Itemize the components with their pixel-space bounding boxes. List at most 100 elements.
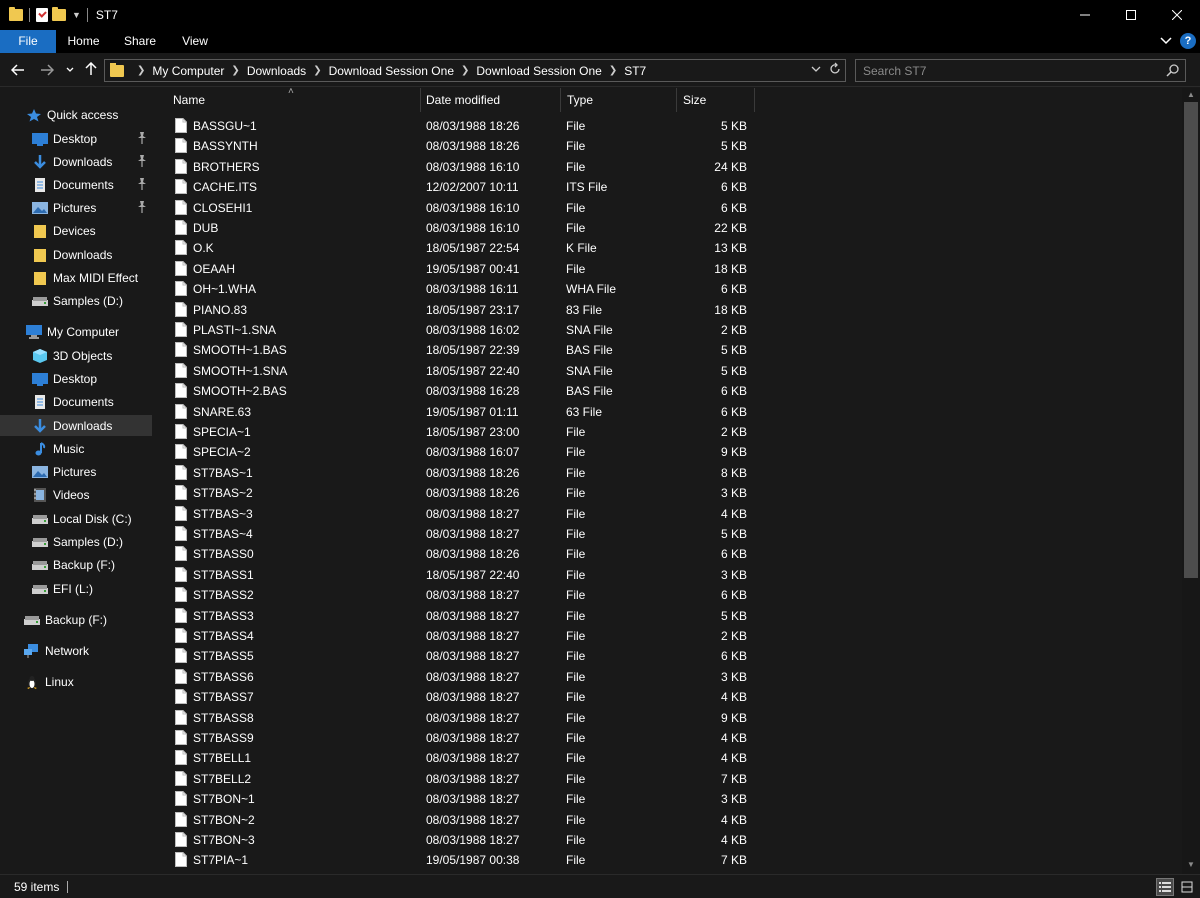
sidebar-item-downloads-folder[interactable]: Downloads [0,244,152,265]
details-view-button[interactable] [1156,878,1174,896]
scrollbar-thumb[interactable] [1184,102,1198,578]
sidebar-item-samples-d-quick[interactable]: Samples (D:) [0,290,152,311]
column-header-size[interactable]: Size [683,88,706,112]
tab-file[interactable]: File [0,30,56,53]
file-row[interactable]: ST7BASS0 08/03/1988 18:26 File 6 KB [154,544,1182,564]
sidebar-item-backup-f[interactable]: Backup (F:) [0,554,152,575]
address-bar[interactable]: ❯ My Computer ❯ Downloads ❯ Download Ses… [104,59,846,82]
tab-view[interactable]: View [169,30,221,53]
sidebar-item-my-computer[interactable]: My Computer [0,321,152,342]
breadcrumb-item[interactable]: ST7 [624,64,646,78]
file-row[interactable]: SPECIA~2 08/03/1988 16:07 File 9 KB [154,442,1182,462]
sidebar-item-network[interactable]: Network [0,640,152,661]
file-row[interactable]: ST7BON~2 08/03/1988 18:27 File 4 KB [154,810,1182,830]
file-row[interactable]: ST7BASS2 08/03/1988 18:27 File 6 KB [154,585,1182,605]
sidebar-item-pictures-pinned[interactable]: Pictures [0,197,152,218]
column-header-type[interactable]: Type [567,88,593,112]
file-row[interactable]: OEAAH 19/05/1987 00:41 File 18 KB [154,259,1182,279]
folder-icon[interactable] [9,7,23,21]
file-row[interactable]: SNARE.63 19/05/1987 01:11 63 File 6 KB [154,402,1182,422]
sidebar-item-downloads[interactable]: Downloads [0,415,152,436]
file-row[interactable]: ST7BAS~4 08/03/1988 18:27 File 5 KB [154,524,1182,544]
breadcrumb-separator-icon[interactable]: ❯ [137,65,145,76]
file-row[interactable]: PIANO.83 18/05/1987 23:17 83 File 18 KB [154,300,1182,320]
large-icons-view-button[interactable] [1178,878,1196,896]
scroll-up-arrow-icon[interactable]: ▲ [1182,90,1200,102]
pin-icon[interactable] [137,132,147,144]
file-row[interactable]: ST7BAS~3 08/03/1988 18:27 File 4 KB [154,504,1182,524]
minimize-button[interactable] [1062,0,1108,30]
file-row[interactable]: BASSYNTH 08/03/1988 18:26 File 5 KB [154,136,1182,156]
pin-icon[interactable] [137,201,147,213]
sidebar-item-documents-pinned[interactable]: Documents [0,174,152,195]
column-divider[interactable] [560,88,561,112]
breadcrumb-separator-icon[interactable]: ❯ [231,65,239,76]
file-row[interactable]: ST7BAS~2 08/03/1988 18:26 File 3 KB [154,483,1182,503]
file-row[interactable]: DUB 08/03/1988 16:10 File 22 KB [154,218,1182,238]
refresh-icon[interactable] [829,62,841,76]
column-header-date-modified[interactable]: Date modified [426,88,500,112]
breadcrumb-item[interactable]: Downloads [247,64,306,78]
file-row[interactable]: CLOSEHI1 08/03/1988 16:10 File 6 KB [154,198,1182,218]
sidebar-item-3d-objects[interactable]: 3D Objects [0,345,152,366]
file-row[interactable]: ST7BELL1 08/03/1988 18:27 File 4 KB [154,748,1182,768]
new-folder-icon[interactable] [52,7,66,21]
sidebar-item-efi-l[interactable]: EFI (L:) [0,578,152,599]
file-row[interactable]: SPECIA~1 18/05/1987 23:00 File 2 KB [154,422,1182,442]
file-row[interactable]: OH~1.WHA 08/03/1988 16:11 WHA File 6 KB [154,279,1182,299]
file-row[interactable]: SMOOTH~2.BAS 08/03/1988 16:28 BAS File 6 KB [154,381,1182,401]
sidebar-item-devices[interactable]: Devices [0,220,152,241]
file-row[interactable]: ST7BASS9 08/03/1988 18:27 File 4 KB [154,728,1182,748]
tab-share[interactable]: Share [111,30,169,53]
sidebar-item-music[interactable]: Music [0,438,152,459]
file-row[interactable]: ST7PIA~1 19/05/1987 00:38 File 7 KB [154,850,1182,870]
tab-home[interactable]: Home [56,30,111,53]
column-divider[interactable] [420,88,421,112]
sidebar-item-desktop[interactable]: Desktop [0,368,152,389]
file-row[interactable]: ST7BELL2 08/03/1988 18:27 File 7 KB [154,769,1182,789]
column-divider[interactable] [676,88,677,112]
file-row[interactable]: SMOOTH~1.SNA 18/05/1987 22:40 SNA File 5 KB [154,361,1182,381]
file-row[interactable]: ST7BASS5 08/03/1988 18:27 File 6 KB [154,646,1182,666]
properties-icon[interactable] [36,8,48,22]
recent-locations-chevron-icon[interactable] [66,67,74,73]
file-row[interactable]: ST7BASS6 08/03/1988 18:27 File 3 KB [154,667,1182,687]
file-row[interactable]: ST7BON~1 08/03/1988 18:27 File 3 KB [154,789,1182,809]
scroll-down-arrow-icon[interactable]: ▼ [1182,860,1200,872]
pin-icon[interactable] [137,178,147,190]
breadcrumb-separator-icon[interactable]: ❯ [609,65,617,76]
file-row[interactable]: ST7BASS1 18/05/1987 22:40 File 3 KB [154,565,1182,585]
forward-arrow-icon[interactable] [40,64,54,76]
breadcrumb-item[interactable]: Download Session One [476,64,601,78]
breadcrumb-separator-icon[interactable]: ❯ [313,65,321,76]
maximize-button[interactable] [1108,0,1154,30]
file-row[interactable]: ST7BASS8 08/03/1988 18:27 File 9 KB [154,708,1182,728]
sidebar-item-linux[interactable]: Linux [0,671,152,692]
expand-ribbon-chevron-icon[interactable] [1160,37,1172,45]
search-input[interactable] [856,60,1146,81]
search-icon[interactable] [1166,64,1179,77]
sidebar-item-downloads-pinned[interactable]: Downloads [0,151,152,172]
sidebar-item-pictures[interactable]: Pictures [0,461,152,482]
file-row[interactable]: SMOOTH~1.BAS 18/05/1987 22:39 BAS File 5 KB [154,340,1182,360]
sidebar-item-videos[interactable]: Videos [0,484,152,505]
search-box[interactable] [855,59,1186,82]
column-header-name[interactable]: Name [173,88,205,112]
sidebar-item-backup-f-root[interactable]: Backup (F:) [0,609,152,630]
close-button[interactable] [1154,0,1200,30]
breadcrumb-item[interactable]: My Computer [152,64,224,78]
file-row[interactable]: BROTHERS 08/03/1988 16:10 File 24 KB [154,157,1182,177]
back-arrow-icon[interactable] [11,64,25,76]
sidebar-item-desktop-pinned[interactable]: Desktop [0,128,152,149]
help-button[interactable]: ? [1180,33,1196,49]
sidebar-item-max-midi-effect[interactable]: Max MIDI Effect [0,267,152,288]
sidebar-item-documents[interactable]: Documents [0,391,152,412]
file-row[interactable]: ST7BAS~1 08/03/1988 18:26 File 8 KB [154,463,1182,483]
file-row[interactable]: O.K 18/05/1987 22:54 K File 13 KB [154,238,1182,258]
sidebar-item-quick-access[interactable]: Quick access [0,104,152,125]
sidebar-item-local-disk-c[interactable]: Local Disk (C:) [0,508,152,529]
breadcrumb-item[interactable]: Download Session One [329,64,454,78]
breadcrumb-separator-icon[interactable]: ❯ [461,65,469,76]
sidebar-item-samples-d[interactable]: Samples (D:) [0,531,152,552]
customize-toolbar-chevron-icon[interactable]: ▼ [72,10,81,20]
